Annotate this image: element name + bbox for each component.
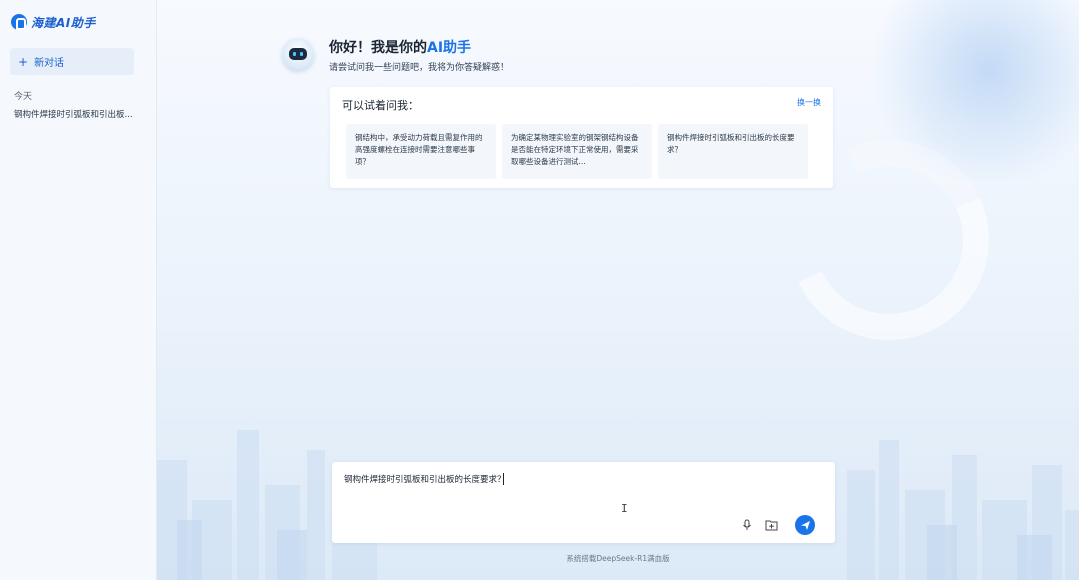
suggested-question[interactable]: 钢结构中，承受动力荷载且需复作用的高强度螺栓在连接时需要注意哪些事项？	[346, 124, 496, 179]
chat-input-box: 钢构件焊接时引弧板和引出板的长度要求？ I	[332, 462, 835, 543]
robot-icon	[289, 48, 307, 60]
history-item[interactable]: 钢构件焊接时引弧板和引出板...	[14, 108, 146, 120]
assistant-avatar	[282, 38, 314, 70]
chat-input[interactable]: 钢构件焊接时引弧板和引出板的长度要求？	[344, 473, 804, 485]
new-chat-label: 新对话	[34, 58, 65, 69]
logo-text: 海建AI助手	[31, 15, 96, 30]
app-logo: 海建AI助手	[11, 13, 96, 31]
suggested-question[interactable]: 钢构件焊接时引弧板和引出板的长度要求？	[658, 124, 808, 179]
suggestion-card: 可以试着问我： 换一换 钢结构中，承受动力荷载且需复作用的高强度螺栓在连接时需要…	[330, 87, 833, 188]
file-upload-icon[interactable]	[763, 517, 779, 533]
greeting-accent: AI助手	[427, 40, 472, 56]
logo-icon	[11, 14, 27, 30]
sidebar: 海建AI助手 + 新对话 今天 钢构件焊接时引弧板和引出板...	[0, 0, 157, 580]
new-chat-button[interactable]: + 新对话	[10, 48, 134, 75]
history-section-today: 今天	[14, 92, 33, 102]
microphone-icon[interactable]	[739, 517, 755, 533]
footer-note: 系统搭载DeepSeek-R1满血版	[566, 554, 670, 563]
refresh-suggestions-link[interactable]: 换一换	[797, 97, 821, 108]
text-caret	[503, 473, 504, 485]
suggested-question[interactable]: 为确定某物理实验室的钢架钢结构设备是否能在特定环境下正常使用，需要采取哪些设备进…	[502, 124, 652, 179]
plus-icon: +	[18, 54, 29, 69]
greeting-title: 你好！我是你的AI助手	[329, 37, 471, 57]
suggestion-title: 可以试着问我：	[342, 99, 419, 112]
greeting-prefix: 你好！我是你的	[329, 40, 427, 56]
main-area: 你好！我是你的AI助手 请尝试问我一些问题吧，我将为你答疑解惑！ 可以试着问我：…	[157, 0, 1079, 580]
send-icon	[800, 520, 810, 530]
mouse-ibeam-cursor: I	[621, 502, 628, 515]
send-button[interactable]	[795, 515, 815, 535]
greeting-subtitle: 请尝试问我一些问题吧，我将为你答疑解惑！	[329, 63, 510, 73]
